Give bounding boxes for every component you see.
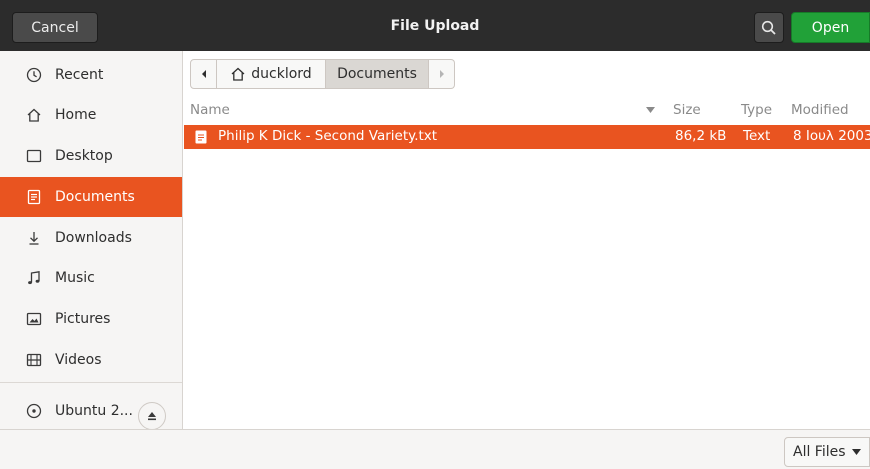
- sidebar-item-label: Home: [55, 107, 97, 123]
- file-list-area[interactable]: [184, 149, 870, 429]
- sort-down-icon: [646, 107, 655, 113]
- bottom-bar: All Files: [0, 429, 870, 469]
- open-button[interactable]: Open: [791, 12, 870, 43]
- sidebar-item-pictures[interactable]: Pictures: [0, 299, 182, 339]
- file-filter-dropdown[interactable]: All Files: [784, 437, 870, 467]
- path-forward-button[interactable]: [429, 59, 455, 89]
- sidebar-item-label: Documents: [55, 189, 135, 205]
- sidebar-item-music[interactable]: Music: [0, 258, 182, 298]
- chevron-down-icon: [851, 449, 861, 455]
- download-icon: [25, 229, 43, 247]
- cancel-button-label: Cancel: [31, 19, 79, 36]
- search-icon: [761, 20, 776, 35]
- header-bar: File Upload Cancel Open: [0, 0, 870, 51]
- path-home-label: ducklord: [251, 66, 312, 82]
- document-icon: [25, 188, 43, 206]
- sidebar-divider: [0, 382, 182, 383]
- path-current-label: Documents: [337, 66, 417, 82]
- sidebar-item-label: Ubuntu 2...: [55, 403, 133, 419]
- text-file-icon: [195, 130, 207, 144]
- path-back-button[interactable]: [190, 59, 217, 89]
- column-header-size[interactable]: Size: [673, 102, 701, 118]
- file-size: 86,2 kB: [675, 128, 727, 144]
- places-sidebar: Recent Home Desktop Documents Downloads …: [0, 51, 183, 431]
- search-button[interactable]: [754, 12, 784, 43]
- desktop-icon: [25, 147, 43, 165]
- file-filter-label: All Files: [793, 444, 846, 460]
- sidebar-item-label: Music: [55, 270, 95, 286]
- chevron-right-icon: [439, 70, 444, 78]
- sidebar-item-drive[interactable]: Ubuntu 2...: [0, 391, 182, 431]
- sidebar-item-label: Pictures: [55, 311, 111, 327]
- film-icon: [25, 351, 43, 369]
- sidebar-item-desktop[interactable]: Desktop: [0, 136, 182, 176]
- eject-icon: [148, 412, 156, 421]
- sidebar-item-label: Downloads: [55, 230, 132, 246]
- picture-icon: [25, 310, 43, 328]
- sidebar-item-recent[interactable]: Recent: [0, 55, 182, 95]
- path-current-button[interactable]: Documents: [326, 59, 429, 89]
- home-icon: [25, 106, 43, 124]
- disc-icon: [25, 402, 43, 420]
- chevron-left-icon: [201, 70, 206, 78]
- sidebar-item-videos[interactable]: Videos: [0, 340, 182, 380]
- column-header-name[interactable]: Name: [190, 102, 230, 118]
- dialog-title: File Upload: [390, 17, 480, 34]
- eject-button[interactable]: [138, 402, 166, 430]
- column-header-type[interactable]: Type: [741, 102, 772, 118]
- file-name: Philip K Dick - Second Variety.txt: [218, 128, 438, 144]
- clock-icon: [25, 66, 43, 84]
- path-bar: ducklord Documents: [190, 59, 455, 89]
- file-modified: 8 Ιουλ 2003: [793, 128, 870, 144]
- file-type: Text: [743, 128, 771, 144]
- sidebar-item-label: Recent: [55, 67, 104, 83]
- open-button-label: Open: [811, 19, 850, 36]
- cancel-button[interactable]: Cancel: [12, 12, 98, 43]
- column-header-modified[interactable]: Modified: [791, 102, 849, 118]
- sidebar-item-home[interactable]: Home: [0, 95, 182, 135]
- sidebar-item-documents[interactable]: Documents: [0, 177, 182, 217]
- file-row[interactable]: Philip K Dick - Second Variety.txt 86,2 …: [184, 125, 870, 149]
- music-note-icon: [25, 269, 43, 287]
- sidebar-item-label: Videos: [55, 352, 102, 368]
- sidebar-item-label: Desktop: [55, 148, 113, 164]
- sidebar-item-downloads[interactable]: Downloads: [0, 218, 182, 258]
- path-home-button[interactable]: ducklord: [217, 59, 326, 89]
- home-icon: [231, 67, 245, 81]
